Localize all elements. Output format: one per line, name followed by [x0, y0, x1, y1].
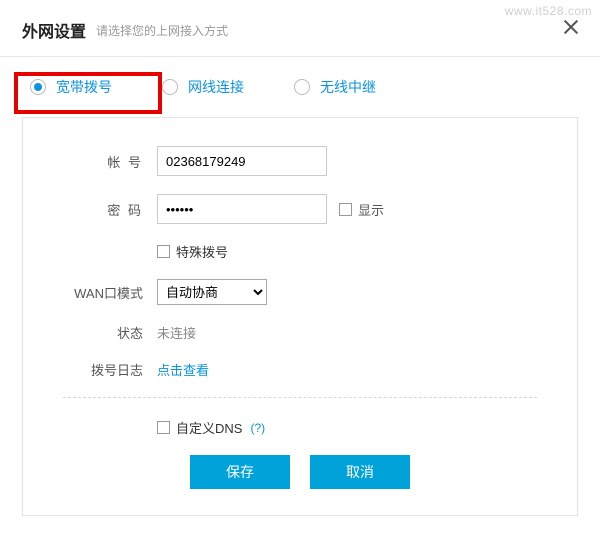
page-hint: 请选择您的上网接入方式 — [96, 22, 228, 39]
help-icon[interactable]: (?) — [250, 421, 265, 435]
status-label: 状态 — [63, 323, 143, 342]
password-input[interactable] — [157, 194, 327, 224]
divider — [63, 397, 537, 398]
tab-lan[interactable]: 网线连接 — [162, 77, 244, 97]
connection-tabs: 宽带拨号 网线连接 无线中继 — [0, 57, 600, 101]
radio-icon — [294, 79, 310, 95]
wan-mode-select[interactable]: 自动协商 — [157, 279, 267, 305]
account-label: 帐 号 — [63, 152, 143, 171]
password-label: 密 码 — [63, 200, 143, 219]
special-dial-checkbox[interactable] — [157, 245, 170, 258]
settings-panel: 帐 号 密 码 显示 特殊拨号 WAN口模式 自动协商 状态 未连接 — [22, 117, 578, 516]
radio-icon — [30, 79, 46, 95]
show-password-label: 显示 — [358, 200, 384, 219]
wan-mode-label: WAN口模式 — [63, 283, 143, 302]
tab-label: 网线连接 — [188, 77, 244, 97]
custom-dns-checkbox[interactable] — [157, 421, 170, 434]
dial-log-label: 拨号日志 — [63, 360, 143, 379]
custom-dns-label: 自定义DNS — [176, 418, 242, 437]
close-icon[interactable] — [562, 18, 580, 36]
special-dial-label: 特殊拨号 — [176, 242, 228, 261]
radio-icon — [162, 79, 178, 95]
cancel-button[interactable]: 取消 — [310, 455, 410, 489]
tab-label: 无线中继 — [320, 77, 376, 97]
save-button[interactable]: 保存 — [190, 455, 290, 489]
tab-label: 宽带拨号 — [56, 77, 112, 97]
show-password-checkbox[interactable] — [339, 203, 352, 216]
dial-log-link[interactable]: 点击查看 — [157, 360, 209, 379]
tab-broadband[interactable]: 宽带拨号 — [30, 77, 112, 97]
tab-relay[interactable]: 无线中继 — [294, 77, 376, 97]
account-input[interactable] — [157, 146, 327, 176]
status-value: 未连接 — [157, 323, 196, 342]
page-title: 外网设置 — [22, 18, 86, 42]
dialog-header: 外网设置 请选择您的上网接入方式 — [0, 0, 600, 57]
